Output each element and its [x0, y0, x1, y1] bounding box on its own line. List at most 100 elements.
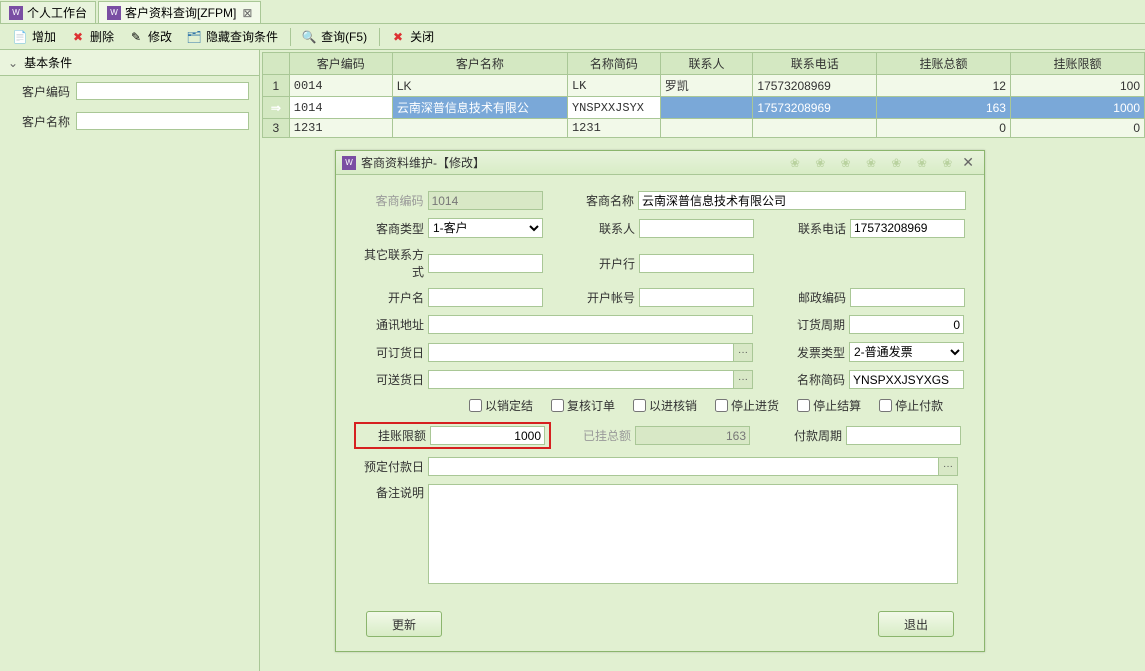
memo-label: 备注说明	[354, 484, 424, 501]
col-phone[interactable]: 联系电话	[753, 53, 877, 75]
paycycle-input[interactable]	[846, 426, 961, 445]
orderday-input[interactable]	[428, 343, 733, 362]
filter-panel-header[interactable]: ⌄ 基本条件	[0, 50, 259, 76]
col-contact[interactable]: 联系人	[660, 53, 753, 75]
bank-input[interactable]	[639, 254, 754, 273]
cell[interactable]: 17573208969	[753, 75, 877, 97]
cell[interactable]	[392, 119, 567, 138]
acctname-input[interactable]	[428, 288, 543, 307]
cell[interactable]: 163	[877, 97, 1011, 119]
cell[interactable]	[753, 119, 877, 138]
chk-stop-pay[interactable]: 停止付款	[879, 397, 943, 414]
code-label: 客商编码	[354, 192, 424, 209]
dialog-title: 客商资料维护-【修改】	[361, 154, 790, 171]
title-decoration: ❀ ❀ ❀ ❀ ❀ ❀ ❀	[790, 156, 958, 170]
cell[interactable]: 0014	[289, 75, 392, 97]
hide-filter-button[interactable]: 🗂隐藏查询条件	[180, 26, 284, 47]
col-name[interactable]: 客户名称	[392, 53, 567, 75]
memo-textarea[interactable]	[428, 484, 958, 584]
filter-sidebar: ⌄ 基本条件 客户编码 客户名称	[0, 50, 260, 671]
table-row[interactable]: 31231123100	[263, 119, 1145, 138]
cell[interactable]	[660, 97, 753, 119]
chk-stop-purchase[interactable]: 停止进货	[715, 397, 779, 414]
lookup-button[interactable]: ···	[733, 370, 753, 389]
contact-input[interactable]	[639, 219, 754, 238]
cell[interactable]: 100	[1010, 75, 1144, 97]
acctno-input[interactable]	[639, 288, 754, 307]
chk-settle-by-sale[interactable]: 以销定结	[469, 397, 533, 414]
edit-dialog: W 客商资料维护-【修改】 ❀ ❀ ❀ ❀ ❀ ❀ ❀ ✕ 客商编码 客商名称 …	[335, 150, 985, 652]
add-button[interactable]: 📄增加	[6, 26, 62, 47]
credittotal-label: 已挂总额	[561, 427, 631, 444]
cell[interactable]: 0	[1010, 119, 1144, 138]
tab-personal-workspace[interactable]: W 个人工作台	[0, 1, 96, 23]
tab-label: 客户资料查询[ZFPM]	[125, 4, 236, 21]
search-button[interactable]: 🔍查询(F5)	[295, 26, 373, 47]
shortname-input[interactable]	[849, 370, 964, 389]
paydate-input[interactable]	[428, 457, 938, 476]
close-button[interactable]: ✖关闭	[384, 26, 440, 47]
tab-label: 个人工作台	[27, 4, 87, 21]
other-input[interactable]	[428, 254, 543, 273]
dialog-titlebar[interactable]: W 客商资料维护-【修改】 ❀ ❀ ❀ ❀ ❀ ❀ ❀ ✕	[336, 151, 984, 175]
shipday-input[interactable]	[428, 370, 733, 389]
postal-input[interactable]	[850, 288, 965, 307]
cell[interactable]	[660, 119, 753, 138]
cell[interactable]: 1014	[289, 97, 392, 119]
cell[interactable]: 1000	[1010, 97, 1144, 119]
filter-name-input[interactable]	[76, 112, 249, 130]
cell[interactable]: 17573208969	[753, 97, 877, 119]
paydate-label: 预定付款日	[354, 458, 424, 475]
tab-bar: W 个人工作台 W 客户资料查询[ZFPM] ⊠	[0, 0, 1145, 24]
col-code[interactable]: 客户编码	[289, 53, 392, 75]
close-icon[interactable]: ⊠	[242, 6, 252, 20]
shipday-label: 可送货日	[354, 371, 424, 388]
cell[interactable]: YNSPXXJSYX	[567, 97, 660, 119]
customer-grid[interactable]: 客户编码 客户名称 名称简码 联系人 联系电话 挂账总额 挂账限额 10014L…	[262, 52, 1145, 138]
code-input	[428, 191, 543, 210]
app-icon: W	[9, 6, 23, 20]
invoicetype-select[interactable]: 2-普通发票	[849, 342, 964, 362]
cell[interactable]: 12	[877, 75, 1011, 97]
col-total[interactable]: 挂账总额	[877, 53, 1011, 75]
table-row[interactable]: ⇒1014云南深普信息技术有限公YNSPXXJSYX17573208969163…	[263, 97, 1145, 119]
cell[interactable]: 罗凯	[660, 75, 753, 97]
address-input[interactable]	[428, 315, 753, 334]
tab-customer-query[interactable]: W 客户资料查询[ZFPM] ⊠	[98, 1, 261, 23]
cell[interactable]: 云南深普信息技术有限公	[392, 97, 567, 119]
chk-stop-settle[interactable]: 停止结算	[797, 397, 861, 414]
lookup-button[interactable]: ···	[733, 343, 753, 362]
modify-button[interactable]: ✎修改	[122, 26, 178, 47]
cell[interactable]: 1231	[567, 119, 660, 138]
credittotal-input	[635, 426, 750, 445]
filter-name-label: 客户名称	[10, 113, 70, 130]
phone-input[interactable]	[850, 219, 965, 238]
cell[interactable]: 0	[877, 119, 1011, 138]
name-input[interactable]	[638, 191, 966, 210]
update-button[interactable]: 更新	[366, 611, 442, 637]
app-icon: W	[107, 6, 121, 20]
col-limit[interactable]: 挂账限额	[1010, 53, 1144, 75]
exit-button[interactable]: 退出	[878, 611, 954, 637]
creditlimit-input[interactable]	[430, 426, 545, 445]
panel-title: 基本条件	[24, 54, 72, 71]
ordercycle-input[interactable]	[849, 315, 964, 334]
close-icon: ✖	[390, 29, 406, 45]
lookup-button[interactable]: ···	[938, 457, 958, 476]
chk-verify-by-in[interactable]: 以进核销	[633, 397, 697, 414]
cell[interactable]: LK	[392, 75, 567, 97]
col-short[interactable]: 名称简码	[567, 53, 660, 75]
chk-review-order[interactable]: 复核订单	[551, 397, 615, 414]
dialog-close-icon[interactable]: ✕	[958, 154, 978, 171]
table-row[interactable]: 10014LKLK罗凯1757320896912100	[263, 75, 1145, 97]
row-number: 1	[263, 75, 290, 97]
filter-code-input[interactable]	[76, 82, 249, 100]
cell[interactable]: 1231	[289, 119, 392, 138]
chevron-down-icon: ⌄	[8, 56, 18, 70]
type-select[interactable]: 1-客户	[428, 218, 543, 238]
postal-label: 邮政编码	[776, 289, 846, 306]
app-icon: W	[342, 156, 356, 170]
delete-button[interactable]: ✖删除	[64, 26, 120, 47]
cell[interactable]: LK	[567, 75, 660, 97]
contact-label: 联系人	[565, 220, 635, 237]
